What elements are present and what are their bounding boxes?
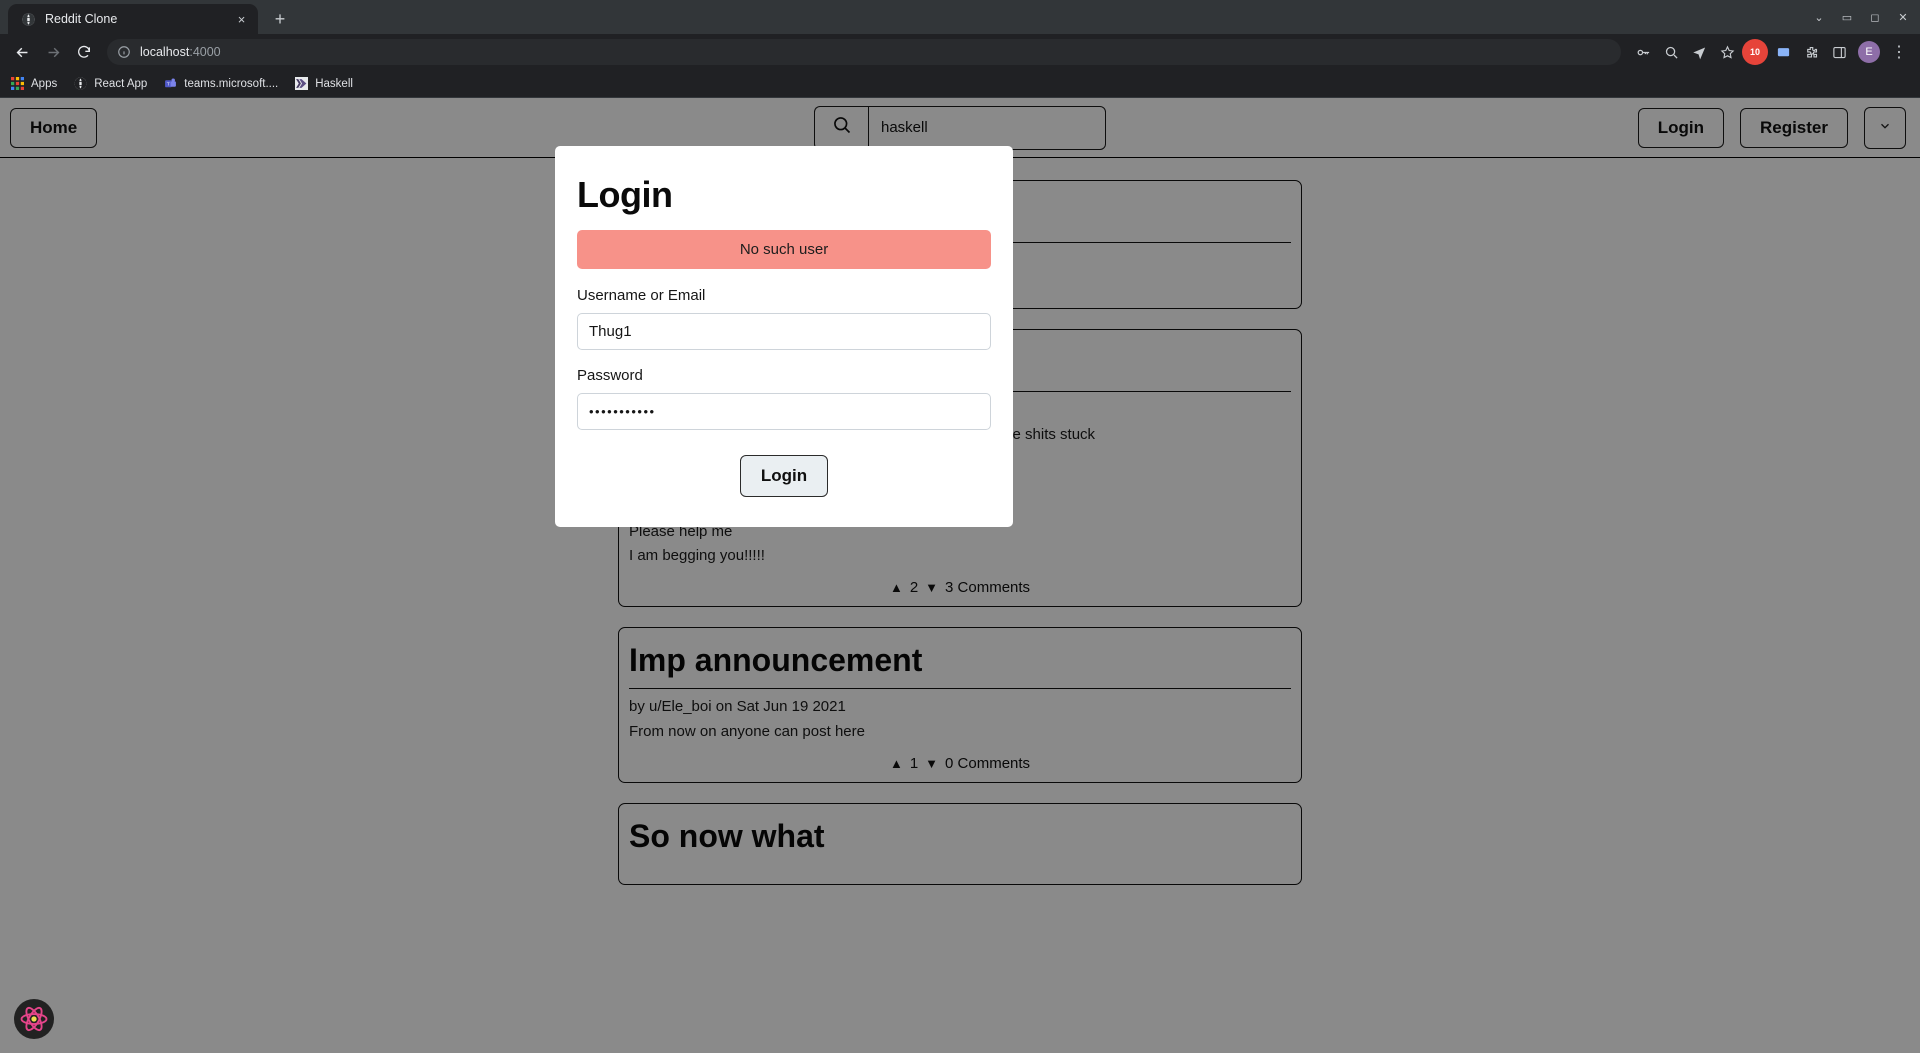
back-icon[interactable]: [8, 38, 36, 66]
restore-icon[interactable]: ▭: [1834, 4, 1860, 30]
toolbar-icon-group: 10 E ⋮: [1630, 39, 1912, 65]
username-label: Username or Email: [577, 287, 991, 304]
url-text: localhost:4000: [140, 45, 221, 59]
tab-title: Reddit Clone: [45, 12, 224, 26]
screencast-icon[interactable]: [1770, 39, 1796, 65]
star-icon[interactable]: [1714, 39, 1740, 65]
bookmarks-bar: Apps React App T teams.microsoft.... Has…: [0, 70, 1920, 98]
sidepanel-icon[interactable]: [1826, 39, 1852, 65]
bookmark-item-apps[interactable]: Apps: [10, 76, 57, 91]
svg-text:T: T: [167, 82, 170, 88]
password-label: Password: [577, 367, 991, 384]
bookmark-label: React App: [94, 78, 147, 90]
react-devtools-badge[interactable]: [14, 999, 54, 1039]
new-tab-button[interactable]: +: [266, 5, 294, 33]
modal-title: Login: [577, 174, 991, 216]
browser-window: Reddit Clone × + ⌄ ▭ ◻ ✕ localhost:4000: [0, 0, 1920, 1053]
close-window-icon[interactable]: ✕: [1890, 4, 1916, 30]
page-viewport: Home Login Register: [0, 98, 1920, 1053]
password-input[interactable]: [577, 393, 991, 430]
maximize-icon[interactable]: ◻: [1862, 4, 1888, 30]
minimize-icon[interactable]: ⌄: [1806, 4, 1832, 30]
url-host: localhost: [140, 45, 189, 59]
key-icon[interactable]: [1630, 39, 1656, 65]
apps-grid-icon: [10, 76, 25, 91]
chrome-menu-icon[interactable]: ⋮: [1886, 39, 1912, 65]
tab-strip: Reddit Clone × + ⌄ ▭ ◻ ✕: [0, 0, 1920, 34]
puzzle-icon[interactable]: [1798, 39, 1824, 65]
extension-red-icon[interactable]: 10: [1742, 39, 1768, 65]
error-alert: No such user: [577, 230, 991, 269]
globe-icon: [20, 11, 36, 27]
avatar[interactable]: E: [1858, 41, 1880, 63]
close-icon[interactable]: ×: [233, 11, 250, 28]
haskell-icon: [294, 76, 309, 91]
zoom-icon[interactable]: [1658, 39, 1684, 65]
url-port: :4000: [189, 45, 220, 59]
reload-icon[interactable]: [70, 38, 98, 66]
bookmark-item-react-app[interactable]: React App: [73, 76, 147, 91]
login-modal: Login No such user Username or Email Pas…: [555, 146, 1013, 527]
window-controls: ⌄ ▭ ◻ ✕: [1806, 4, 1916, 30]
browser-toolbar: localhost:4000 10: [0, 34, 1920, 70]
bookmark-item-teams[interactable]: T teams.microsoft....: [163, 76, 278, 91]
modal-login-submit-button[interactable]: Login: [740, 455, 828, 497]
info-circle-icon: [117, 45, 132, 60]
bookmark-label: Haskell: [315, 78, 353, 90]
send-icon[interactable]: [1686, 39, 1712, 65]
username-input[interactable]: [577, 313, 991, 350]
forward-icon[interactable]: [39, 38, 67, 66]
bookmark-label: teams.microsoft....: [184, 78, 278, 90]
address-bar[interactable]: localhost:4000: [107, 39, 1621, 65]
globe-icon: [73, 76, 88, 91]
modal-actions: Login: [577, 455, 991, 497]
teams-icon: T: [163, 76, 178, 91]
bookmark-item-haskell[interactable]: Haskell: [294, 76, 353, 91]
browser-tab[interactable]: Reddit Clone ×: [8, 4, 258, 34]
bookmark-label: Apps: [31, 78, 57, 90]
